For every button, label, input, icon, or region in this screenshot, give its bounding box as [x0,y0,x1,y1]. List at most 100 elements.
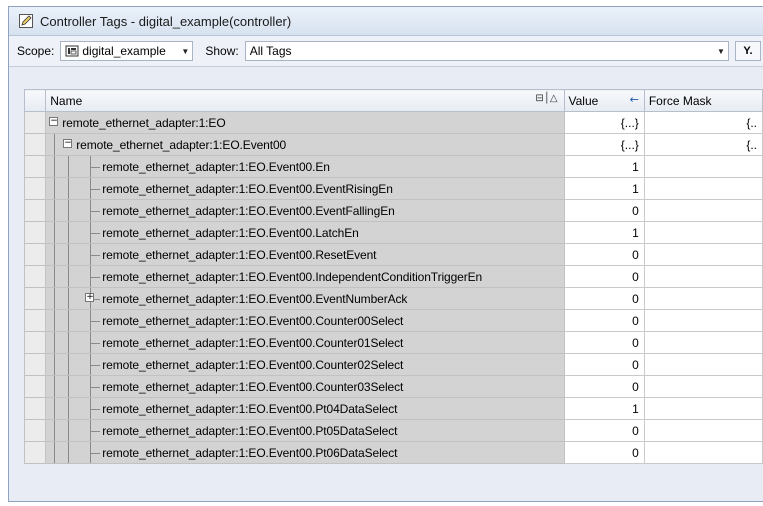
tag-value-cell[interactable]: 0 [563,265,645,288]
table-row[interactable]: remote_ethernet_adapter:1:EO.Event00.Ind… [23,265,763,288]
force-mask-cell[interactable] [643,419,763,442]
expand-icon[interactable]: + [85,293,95,302]
tag-toolbar: Scope: digital_example ▼ Show: All Tags … [9,36,763,67]
force-mask-cell[interactable] [643,397,763,420]
tag-value-cell[interactable]: 0 [563,243,645,266]
tag-name-cell[interactable]: remote_ethernet_adapter:1:EO.Event00.Eve… [45,177,565,200]
tag-value-cell[interactable]: 0 [563,309,645,332]
tag-value-cell[interactable]: {...} [563,111,645,134]
force-mask-cell[interactable] [643,243,763,266]
tag-name-cell[interactable]: + remote_ethernet_adapter:1:EO.Event00.Ev… [45,287,565,310]
table-row[interactable]: remote_ethernet_adapter:1:EO.Event00.Eve… [23,177,763,200]
table-row[interactable]: remote_ethernet_adapter:1:EO.Event00.En 1 [23,155,763,178]
table-row[interactable]: remote_ethernet_adapter:1:EO.Event00.Cou… [23,375,763,398]
force-mask-cell[interactable] [643,221,763,244]
tag-value-cell[interactable]: 0 [563,441,645,464]
tag-name-cell[interactable]: remote_ethernet_adapter:1:EO.Event00.Pt0… [45,397,565,420]
tag-name-cell[interactable]: remote_ethernet_adapter:1:EO.Event00.Lat… [45,221,565,244]
tree-line [90,453,101,454]
force-mask-cell[interactable] [643,375,763,398]
row-selector[interactable] [23,111,47,134]
force-mask-cell[interactable] [643,441,763,464]
row-selector[interactable] [23,177,47,200]
row-selector[interactable] [23,353,47,376]
tree-line [54,134,56,155]
row-selector[interactable] [23,309,47,332]
table-row[interactable]: remote_ethernet_adapter:1:EO.Event00.Eve… [23,199,763,222]
table-row[interactable]: remote_ethernet_adapter:1:EO.Event00.Cou… [23,353,763,376]
tag-value-cell[interactable]: 0 [563,287,645,310]
force-mask-cell[interactable] [643,287,763,310]
tree-line [90,233,101,234]
collapse-icon[interactable]: − [63,139,73,148]
header-row: Name ⊟│△ Value ← Force Mask [23,89,763,112]
tag-name-cell[interactable]: remote_ethernet_adapter:1:EO.Event00.Cou… [45,353,565,376]
tag-value-cell[interactable]: 0 [563,419,645,442]
row-selector[interactable] [23,397,47,420]
row-selector[interactable] [23,331,47,354]
scope-dropdown[interactable]: digital_example ▼ [60,41,194,61]
tag-name-cell[interactable]: − remote_ethernet_adapter:1:EO [45,111,565,134]
tag-name-cell[interactable]: remote_ethernet_adapter:1:EO.Event00.Res… [45,243,565,266]
row-selector[interactable] [23,375,47,398]
row-selector[interactable] [23,265,47,288]
tag-name-cell[interactable]: remote_ethernet_adapter:1:EO.Event00.Cou… [45,375,565,398]
force-mask-cell[interactable]: {.. [643,133,763,156]
tag-name-cell[interactable]: remote_ethernet_adapter:1:EO.Event00.Eve… [45,199,565,222]
tag-value-cell[interactable]: {...} [563,133,645,156]
row-selector[interactable] [23,221,47,244]
row-selector[interactable] [23,441,47,464]
tag-name-cell[interactable]: remote_ethernet_adapter:1:EO.Event00.Cou… [45,331,565,354]
tag-name: remote_ethernet_adapter:1:EO.Event00.Eve… [102,204,395,218]
sort-icon[interactable]: ⊟│△ [535,93,557,104]
tag-value-cell[interactable]: 1 [563,221,645,244]
table-row[interactable]: remote_ethernet_adapter:1:EO.Event00.Pt0… [23,419,763,442]
row-selector[interactable] [23,155,47,178]
force-mask-cell[interactable] [643,199,763,222]
tag-value-cell[interactable]: 1 [563,177,645,200]
show-dropdown[interactable]: All Tags ▼ [244,41,729,61]
force-mask-cell[interactable]: {.. [643,111,763,134]
tag-value-cell[interactable]: 0 [563,199,645,222]
tag-value-cell[interactable]: 1 [563,397,645,420]
table-row[interactable]: remote_ethernet_adapter:1:EO.Event00.Pt0… [23,441,763,464]
tree-line [68,332,70,353]
force-mask-cell[interactable] [643,155,763,178]
force-mask-cell[interactable] [643,331,763,354]
table-row[interactable]: remote_ethernet_adapter:1:EO.Event00.Pt0… [23,397,763,420]
tree-line [68,222,70,243]
tag-value-cell[interactable]: 1 [563,155,645,178]
force-mask-cell[interactable] [643,177,763,200]
table-row[interactable]: + remote_ethernet_adapter:1:EO.Event00.Ev… [23,287,763,310]
tag-name-cell[interactable]: remote_ethernet_adapter:1:EO.Event00.Pt0… [45,419,565,442]
tag-value-cell[interactable]: 0 [563,353,645,376]
arrow-left-icon: ← [629,93,639,106]
tag-value-cell[interactable]: 0 [563,331,645,354]
tag-name-cell[interactable]: remote_ethernet_adapter:1:EO.Event00.Ind… [45,265,565,288]
table-row[interactable]: remote_ethernet_adapter:1:EO.Event00.Lat… [23,221,763,244]
tag-name-cell[interactable]: remote_ethernet_adapter:1:EO.Event00.En [45,155,565,178]
row-selector[interactable] [23,199,47,222]
force-mask-column-header[interactable]: Force Mask [643,89,763,112]
table-row[interactable]: − remote_ethernet_adapter:1:EO {...} {.. [23,111,763,134]
tree-line [68,442,70,463]
tag-name-cell[interactable]: remote_ethernet_adapter:1:EO.Event00.Pt0… [45,441,565,464]
force-mask-cell[interactable] [643,309,763,332]
collapse-icon[interactable]: − [49,117,59,126]
table-row[interactable]: remote_ethernet_adapter:1:EO.Event00.Cou… [23,331,763,354]
row-selector[interactable] [23,243,47,266]
force-mask-cell[interactable] [643,353,763,376]
table-row[interactable]: − remote_ethernet_adapter:1:EO.Event00 {..… [23,133,763,156]
tag-name-cell[interactable]: − remote_ethernet_adapter:1:EO.Event00 [45,133,565,156]
table-row[interactable]: remote_ethernet_adapter:1:EO.Event00.Res… [23,243,763,266]
force-mask-cell[interactable] [643,265,763,288]
value-column-header[interactable]: Value ← [563,89,645,112]
table-row[interactable]: remote_ethernet_adapter:1:EO.Event00.Cou… [23,309,763,332]
filter-button[interactable]: Y. [735,41,761,61]
tag-name-cell[interactable]: remote_ethernet_adapter:1:EO.Event00.Cou… [45,309,565,332]
tag-value-cell[interactable]: 0 [563,375,645,398]
row-selector[interactable] [23,287,47,310]
name-column-header[interactable]: Name ⊟│△ [45,89,565,112]
row-selector[interactable] [23,419,47,442]
row-selector[interactable] [23,133,47,156]
